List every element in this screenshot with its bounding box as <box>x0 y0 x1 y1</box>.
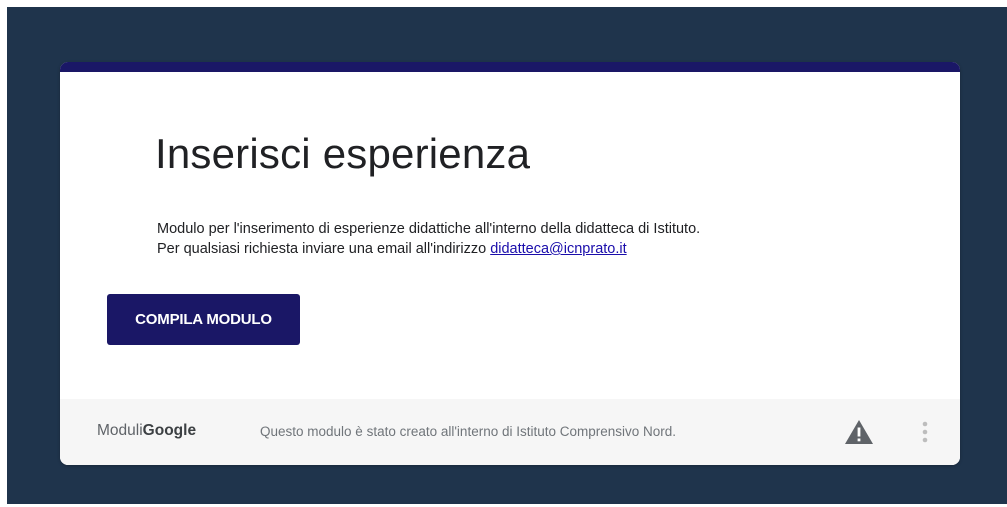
compile-form-button[interactable]: COMPILA MODULO <box>107 294 300 345</box>
footer-notice: Questo modulo è stato creato all'interno… <box>260 424 677 439</box>
brand-google: Google <box>142 422 197 439</box>
email-link[interactable]: didatteca@icnprato.it <box>490 241 626 257</box>
form-description: Modulo per l'inserimento di esperienze d… <box>157 219 700 259</box>
google-forms-logo[interactable]: ModuliGoogle <box>97 422 196 440</box>
footer: ModuliGoogle Questo modulo è stato creat… <box>60 399 960 465</box>
card-accent-bar <box>60 62 960 72</box>
description-line-1: Modulo per l'inserimento di esperienze d… <box>157 221 701 237</box>
more-vertical-icon[interactable] <box>916 418 934 446</box>
form-title: Inserisci esperienza <box>155 130 531 177</box>
description-line-2-text: Per qualsiasi richiesta inviare una emai… <box>157 241 491 257</box>
brand-moduli: Moduli <box>97 422 143 439</box>
form-card: Inserisci esperienza Modulo per l'inseri… <box>60 62 960 465</box>
description-line-2: Per qualsiasi richiesta inviare una emai… <box>157 239 700 259</box>
warning-triangle-icon[interactable] <box>844 419 874 445</box>
